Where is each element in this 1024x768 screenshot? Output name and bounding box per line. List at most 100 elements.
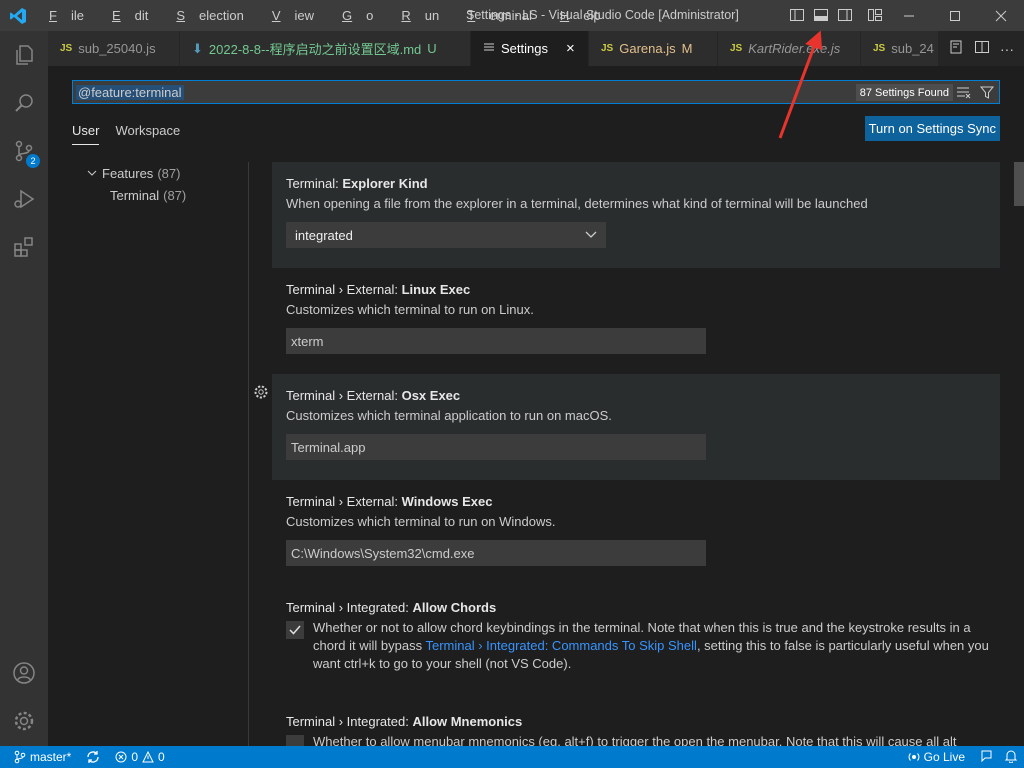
more-actions-icon[interactable]: ··· xyxy=(1000,41,1014,57)
extensions-icon[interactable] xyxy=(0,223,48,271)
settings-search-input[interactable]: @feature:terminal 87 Settings Found xyxy=(72,80,1000,104)
sync-icon xyxy=(87,751,99,763)
tab-workspace[interactable]: Workspace xyxy=(115,123,180,145)
commands-to-skip-shell-link[interactable]: Terminal › Integrated: Commands To Skip … xyxy=(425,638,696,653)
download-icon: ⬇ xyxy=(192,40,203,56)
vscode-logo-icon xyxy=(0,0,35,31)
menu-file[interactable]: File xyxy=(35,8,98,23)
toc-features[interactable]: Features (87) xyxy=(72,162,249,184)
notifications-bell-icon[interactable] xyxy=(1004,749,1018,766)
settings-toc: Features (87) Terminal (87) xyxy=(72,162,249,206)
explorer-kind-select[interactable]: integrated xyxy=(286,222,606,248)
allow-mnemonics-checkbox[interactable] xyxy=(286,735,304,746)
chevron-down-icon xyxy=(585,231,597,238)
menu-selection[interactable]: Selection xyxy=(162,8,257,23)
filter-icon[interactable] xyxy=(979,84,995,103)
close-tab-icon[interactable]: × xyxy=(566,40,575,57)
setting-title: Terminal › External: Linux Exec xyxy=(286,282,471,297)
maximize-icon[interactable] xyxy=(932,0,978,31)
broadcast-icon xyxy=(908,753,920,761)
js-file-icon: JS xyxy=(60,43,73,54)
clear-filter-icon[interactable] xyxy=(955,84,971,103)
activity-bar: 2 xyxy=(0,31,48,746)
source-control-icon[interactable]: 2 xyxy=(0,127,48,175)
setting-gear-icon[interactable] xyxy=(253,384,269,403)
setting-description: Whether or not to allow chord keybinding… xyxy=(313,620,989,671)
turn-on-settings-sync-button[interactable]: Turn on Settings Sync xyxy=(864,116,1000,141)
customize-layout-icon[interactable] xyxy=(866,6,884,24)
linux-exec-input[interactable]: xterm xyxy=(286,328,706,354)
accounts-icon[interactable] xyxy=(0,649,48,697)
search-icon[interactable] xyxy=(0,79,48,127)
setting-allow-chords: Terminal › Integrated: Allow Chords Whet… xyxy=(272,586,1000,700)
setting-description: When opening a file from the explorer in… xyxy=(286,196,868,211)
tab-garena[interactable]: JS Garena.js M xyxy=(589,31,718,66)
setting-description: Customizes which terminal to run on Linu… xyxy=(286,302,534,317)
window-controls xyxy=(886,0,1024,31)
title-bar: File Edit Selection View Go Run Terminal… xyxy=(0,0,1024,31)
setting-linux-exec: Terminal › External: Linux Exec Customiz… xyxy=(272,268,1000,374)
close-window-icon[interactable] xyxy=(978,0,1024,31)
setting-allow-mnemonics: Terminal › Integrated: Allow Mnemonics W… xyxy=(272,700,1000,746)
status-bar: master* 0 0 Go Live xyxy=(0,746,1024,768)
menu-run[interactable]: Run xyxy=(387,8,453,23)
search-query[interactable]: @feature:terminal xyxy=(76,84,184,100)
menu-edit[interactable]: Edit xyxy=(98,8,162,23)
setting-title: Terminal › Integrated: Allow Chords xyxy=(286,600,497,615)
toggle-panel-icon[interactable] xyxy=(812,6,830,24)
sync-status[interactable] xyxy=(76,750,105,764)
tab-user[interactable]: User xyxy=(72,123,100,145)
toggle-primary-sidebar-icon[interactable] xyxy=(788,6,806,24)
scrollbar-thumb[interactable] xyxy=(1014,162,1024,206)
chevron-down-icon xyxy=(87,170,97,176)
setting-osx-exec: Terminal › External: Osx Exec Customizes… xyxy=(254,374,1000,480)
menu-view[interactable]: View xyxy=(258,8,328,23)
branch-status[interactable]: master* xyxy=(0,750,76,764)
setting-description: Customizes which terminal to run on Wind… xyxy=(286,514,556,529)
run-debug-icon[interactable] xyxy=(0,175,48,223)
js-file-icon: JS xyxy=(730,43,743,54)
allow-chords-checkbox[interactable] xyxy=(286,621,304,639)
settings-found-badge: 87 Settings Found xyxy=(855,84,953,101)
window-title: Settings - LS - Visual Studio Code [Admi… xyxy=(466,8,739,22)
settings-list: Terminal: Explorer Kind When opening a f… xyxy=(254,162,1000,746)
git-branch-icon xyxy=(14,750,26,764)
js-file-icon: JS xyxy=(601,43,614,54)
split-editor-icon[interactable] xyxy=(974,39,990,58)
scope-tabs: User Workspace xyxy=(72,123,180,145)
feedback-icon[interactable] xyxy=(980,749,994,766)
menu-go[interactable]: Go xyxy=(328,8,387,23)
tab-settings[interactable]: Settings × xyxy=(471,31,589,66)
osx-exec-input[interactable]: Terminal.app xyxy=(286,434,706,460)
warning-icon xyxy=(142,751,154,763)
setting-description: Whether to allow menubar mnemonics (eg. … xyxy=(313,734,957,746)
problems-status[interactable]: 0 0 xyxy=(105,750,169,764)
settings-editor: @feature:terminal 87 Settings Found User… xyxy=(48,66,1024,746)
windows-exec-input[interactable]: C:\Windows\System32\cmd.exe xyxy=(286,540,706,566)
go-live-status[interactable]: Go Live xyxy=(903,750,970,764)
tab-sub-25040[interactable]: JS sub_25040.js xyxy=(48,31,180,66)
explorer-icon[interactable] xyxy=(0,31,48,79)
layout-controls xyxy=(788,6,884,24)
setting-title: Terminal › External: Windows Exec xyxy=(286,494,493,509)
minimize-icon[interactable] xyxy=(886,0,932,31)
tab-actions: ··· xyxy=(938,31,1024,66)
js-file-icon: JS xyxy=(873,43,886,54)
error-icon xyxy=(115,751,127,763)
open-settings-json-icon[interactable] xyxy=(948,39,964,58)
setting-explorer-kind: Terminal: Explorer Kind When opening a f… xyxy=(272,162,1000,268)
setting-title: Terminal › External: Osx Exec xyxy=(286,388,461,403)
toc-terminal[interactable]: Terminal (87) xyxy=(72,184,249,206)
tab-kartrider[interactable]: JS KartRider.exe.js xyxy=(718,31,861,66)
settings-lines-icon xyxy=(483,41,495,56)
tab-markdown-file[interactable]: ⬇ 2022-8-8--程序启动之前设置区域.md U xyxy=(180,31,471,66)
checkmark-icon xyxy=(289,625,301,635)
toggle-secondary-sidebar-icon[interactable] xyxy=(836,6,854,24)
manage-gear-icon[interactable] xyxy=(0,697,48,745)
setting-title: Terminal › Integrated: Allow Mnemonics xyxy=(286,714,523,729)
setting-description: Customizes which terminal application to… xyxy=(286,408,612,423)
editor-tabs: JS sub_25040.js ⬇ 2022-8-8--程序启动之前设置区域.md U… xyxy=(48,31,1024,66)
setting-windows-exec: Terminal › External: Windows Exec Custom… xyxy=(272,480,1000,586)
source-control-badge: 2 xyxy=(26,154,40,168)
setting-title: Terminal: Explorer Kind xyxy=(286,176,428,191)
